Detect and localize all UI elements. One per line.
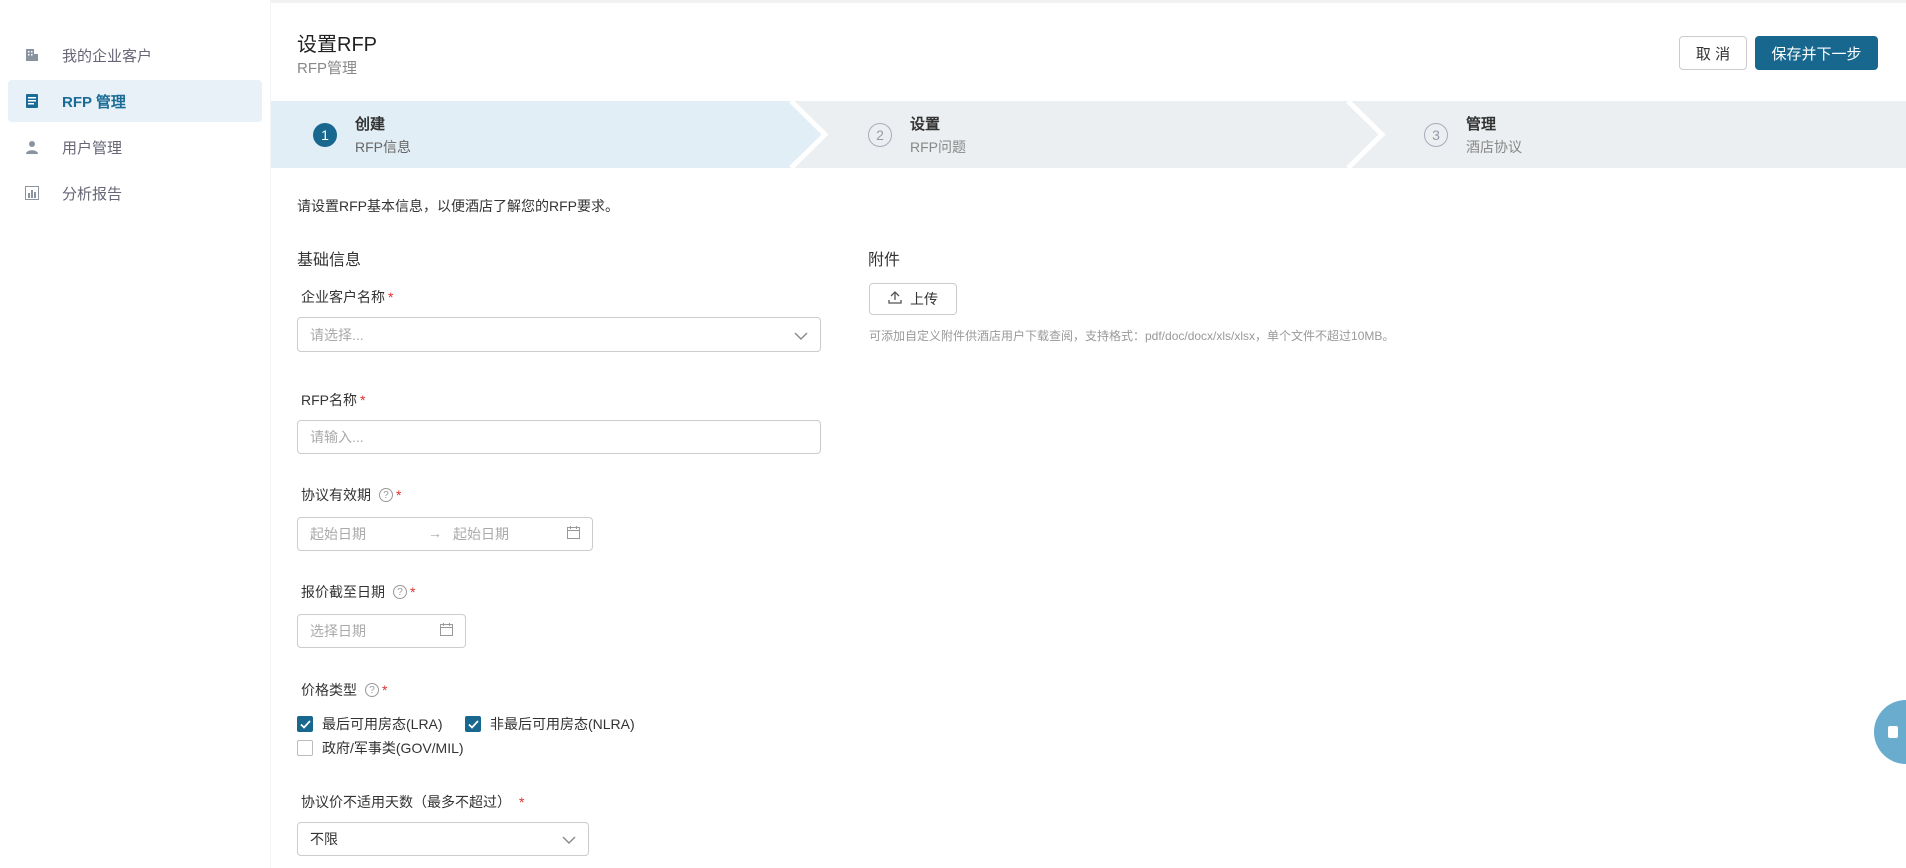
sidebar-item-label: 分析报告 bbox=[62, 185, 123, 203]
select-value: 不限 bbox=[310, 831, 338, 847]
price-type-label: 价格类型 ? * bbox=[301, 680, 387, 700]
rfp-name-input[interactable]: 请输入... bbox=[297, 420, 821, 454]
checkbox-label: 最后可用房态(LRA) bbox=[322, 716, 443, 732]
price-option-lra[interactable]: 最后可用房态(LRA) bbox=[297, 714, 443, 734]
chevron-down-icon bbox=[562, 831, 576, 847]
chat-float-button[interactable] bbox=[1874, 700, 1906, 764]
sidebar-item-label: 我的企业客户 bbox=[62, 47, 153, 65]
calendar-icon bbox=[567, 526, 580, 542]
field-label-text: 企业客户名称 bbox=[301, 289, 385, 305]
price-option-nlra[interactable]: 非最后可用房态(NLRA) bbox=[465, 714, 635, 734]
upload-button[interactable]: 上传 bbox=[869, 283, 957, 315]
step-subtitle: RFP问题 bbox=[910, 138, 966, 155]
main-panel: 设置RFP RFP管理 取 消 保存并下一步 1 创建 RFP信息 2 设置 R… bbox=[271, 0, 1906, 868]
sidebar-item-rfp[interactable]: RFP 管理 bbox=[8, 80, 262, 122]
arrow-right-icon: → bbox=[428, 525, 442, 541]
step-number: 1 bbox=[313, 122, 337, 147]
checkbox-checked[interactable] bbox=[297, 716, 313, 732]
upload-label: 上传 bbox=[910, 291, 938, 307]
required-mark: * bbox=[519, 794, 525, 810]
validity-range-picker[interactable]: 起始日期 → 起始日期 bbox=[297, 517, 593, 551]
page-header: 设置RFP RFP管理 取 消 保存并下一步 bbox=[271, 0, 1906, 100]
checkbox-unchecked[interactable] bbox=[297, 740, 313, 756]
sidebar-item-reports[interactable]: 分析报告 bbox=[8, 172, 262, 214]
rfp-name-label: RFP名称 * bbox=[301, 390, 365, 410]
deadline-label: 报价截至日期 ? * bbox=[301, 582, 415, 602]
breadcrumb: RFP管理 bbox=[297, 60, 358, 77]
sidebar-item-customers[interactable]: 我的企业客户 bbox=[8, 34, 262, 76]
help-icon[interactable]: ? bbox=[393, 585, 407, 599]
attachment-title: 附件 bbox=[868, 252, 901, 269]
save-next-button[interactable]: 保存并下一步 bbox=[1755, 36, 1878, 70]
end-date-placeholder: 起始日期 bbox=[453, 526, 509, 542]
document-icon bbox=[24, 93, 40, 109]
required-mark: * bbox=[396, 487, 402, 503]
step-manage[interactable]: 3 管理 酒店协议 bbox=[1424, 101, 1522, 168]
required-mark: * bbox=[360, 392, 366, 408]
building-icon bbox=[24, 47, 40, 63]
price-option-gov[interactable]: 政府/军事类(GOV/MIL) bbox=[297, 738, 464, 758]
blackout-days-select[interactable]: 不限 bbox=[297, 822, 589, 856]
step-number: 2 bbox=[868, 122, 892, 147]
field-label-text: 协议有效期 bbox=[301, 487, 371, 503]
stepper: 1 创建 RFP信息 2 设置 RFP问题 3 管理 酒店协议 bbox=[271, 101, 1906, 168]
deadline-date-picker[interactable]: 选择日期 bbox=[297, 614, 466, 648]
step-title: 创建 bbox=[355, 115, 386, 133]
step-create[interactable]: 1 创建 RFP信息 bbox=[313, 101, 411, 168]
sidebar-item-users[interactable]: 用户管理 bbox=[8, 126, 262, 168]
date-placeholder: 选择日期 bbox=[310, 623, 366, 639]
user-icon bbox=[24, 139, 40, 155]
chat-icon bbox=[1888, 726, 1898, 738]
upload-hint: 可添加自定义附件供酒店用户下载查阅，支持格式：pdf/doc/docx/xls/… bbox=[869, 329, 1395, 343]
sidebar-item-label: RFP 管理 bbox=[62, 93, 126, 111]
checkbox-label: 政府/军事类(GOV/MIL) bbox=[322, 740, 464, 756]
validity-label: 协议有效期 ? * bbox=[301, 485, 401, 505]
customer-label: 企业客户名称 * bbox=[301, 287, 393, 307]
field-label-text: 价格类型 bbox=[301, 682, 357, 698]
start-date-placeholder: 起始日期 bbox=[310, 526, 366, 542]
checkbox-label: 非最后可用房态(NLRA) bbox=[490, 716, 635, 732]
calendar-icon bbox=[440, 623, 453, 639]
sidebar-item-label: 用户管理 bbox=[62, 139, 123, 157]
input-placeholder: 请输入... bbox=[310, 429, 364, 445]
chart-icon bbox=[24, 185, 40, 201]
cancel-button[interactable]: 取 消 bbox=[1679, 36, 1747, 70]
field-label-text: RFP名称 bbox=[301, 392, 357, 408]
page-title: 设置RFP bbox=[297, 34, 377, 56]
field-label-text: 报价截至日期 bbox=[301, 584, 385, 600]
step-settings[interactable]: 2 设置 RFP问题 bbox=[868, 101, 966, 168]
help-icon[interactable]: ? bbox=[365, 683, 379, 697]
select-placeholder: 请选择... bbox=[310, 326, 364, 343]
step-title: 设置 bbox=[910, 115, 941, 133]
help-icon[interactable]: ? bbox=[379, 488, 393, 502]
field-label-text: 协议价不适用天数（最多不超过） bbox=[301, 794, 511, 810]
required-mark: * bbox=[410, 584, 416, 600]
required-mark: * bbox=[382, 682, 388, 698]
step-subtitle: 酒店协议 bbox=[1466, 138, 1522, 155]
step-number: 3 bbox=[1424, 122, 1448, 147]
form-intro: 请设置RFP基本信息，以便酒店了解您的RFP要求。 bbox=[297, 198, 619, 214]
customer-select[interactable]: 请选择... bbox=[297, 317, 821, 352]
sidebar: 我的企业客户 RFP 管理 用户管理 分析报告 bbox=[0, 0, 270, 868]
step-subtitle: RFP信息 bbox=[355, 138, 411, 155]
step-title: 管理 bbox=[1466, 115, 1497, 133]
step-divider bbox=[789, 101, 829, 168]
checkbox-checked[interactable] bbox=[465, 716, 481, 732]
blackout-days-label: 协议价不适用天数（最多不超过） * bbox=[301, 792, 524, 812]
step-divider bbox=[1346, 101, 1386, 168]
upload-icon bbox=[888, 291, 902, 307]
basic-info-title: 基础信息 bbox=[297, 252, 362, 269]
chevron-down-icon bbox=[794, 327, 808, 343]
required-mark: * bbox=[388, 289, 394, 305]
